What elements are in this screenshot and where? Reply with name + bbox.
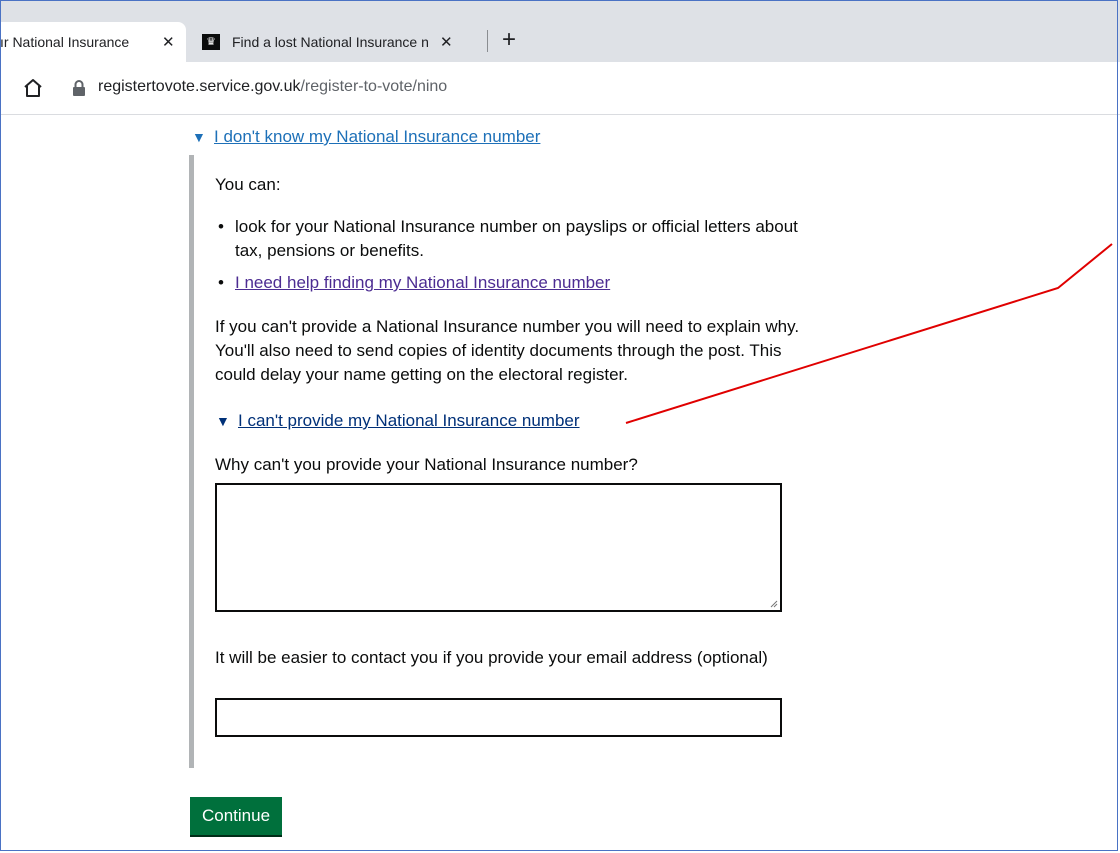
details-summary-link[interactable]: I don't know my National Insurance numbe… xyxy=(214,127,540,147)
bullet-text: look for your National Insurance number … xyxy=(235,217,798,260)
list-item: look for your National Insurance number … xyxy=(215,215,805,263)
explanation-paragraph: If you can't provide a National Insuranc… xyxy=(215,317,800,384)
why-textarea[interactable] xyxy=(215,483,782,612)
details-summary-link[interactable]: I can't provide my National Insurance nu… xyxy=(238,411,580,431)
tab-strip: ır National Insurance ✕ ♛ Find a lost Na… xyxy=(0,0,1120,62)
help-finding-nino-link[interactable]: I need help finding my National Insuranc… xyxy=(235,273,610,292)
resize-handle-icon[interactable] xyxy=(769,599,778,608)
email-label: It will be easier to contact you if you … xyxy=(215,648,768,667)
browser-toolbar: registertovote.service.gov.uk/register-t… xyxy=(0,62,1120,115)
email-field[interactable] xyxy=(215,698,782,737)
tab-register-to-vote[interactable]: ır National Insurance ✕ xyxy=(0,22,186,62)
triangle-down-icon: ▼ xyxy=(192,129,206,145)
crown-icon: ♛ xyxy=(202,34,220,50)
home-icon[interactable] xyxy=(20,75,46,101)
tab-find-lost-nino[interactable]: ♛ Find a lost National Insurance nu ✕ xyxy=(190,22,480,62)
new-tab-button[interactable]: + xyxy=(502,28,516,52)
close-icon[interactable]: ✕ xyxy=(162,33,175,51)
lock-icon xyxy=(73,80,85,96)
why-label: Why can't you provide your National Insu… xyxy=(215,455,638,474)
details-cant-provide-nino[interactable]: ▼ I can't provide my National Insurance … xyxy=(216,411,580,431)
list-item: I need help finding my National Insuranc… xyxy=(215,271,805,295)
page-content: ▼ I don't know my National Insurance num… xyxy=(0,115,1120,853)
address-bar[interactable]: registertovote.service.gov.uk/register-t… xyxy=(98,78,447,96)
details-border xyxy=(189,155,194,768)
triangle-down-icon: ▼ xyxy=(216,413,230,429)
details-dont-know-nino[interactable]: ▼ I don't know my National Insurance num… xyxy=(192,127,540,147)
you-can-text: You can: xyxy=(215,175,281,194)
close-icon[interactable]: ✕ xyxy=(440,33,453,51)
tab-title: Find a lost National Insurance nu xyxy=(232,34,428,50)
bullet-list: look for your National Insurance number … xyxy=(215,215,805,303)
url-path: /register-to-vote/nino xyxy=(300,78,448,95)
tab-separator xyxy=(487,30,488,52)
continue-button[interactable]: Continue xyxy=(190,797,283,835)
tab-title: ır National Insurance xyxy=(0,34,130,50)
url-domain: registertovote.service.gov.uk xyxy=(98,78,301,95)
